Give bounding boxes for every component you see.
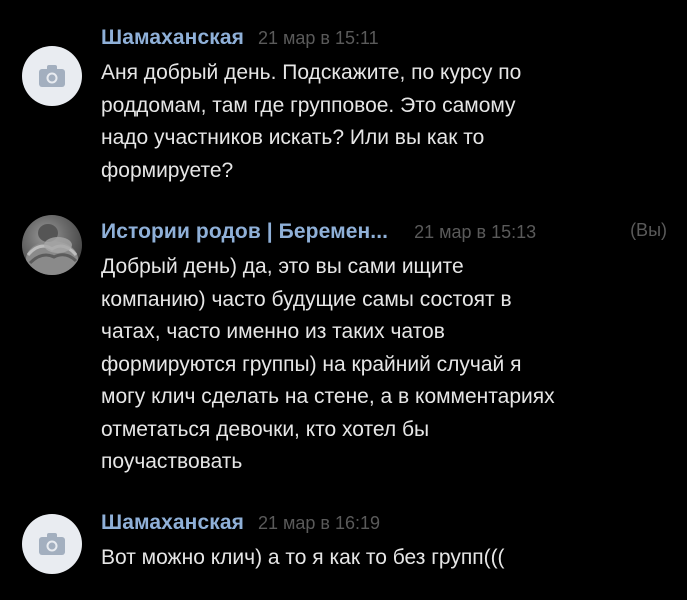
avatar[interactable] [22,46,82,106]
author-name[interactable]: Шамаханская [101,26,244,50]
avatar[interactable] [22,514,82,574]
message-item: Шамаханская 21 мар в 15:11 Аня добрый де… [0,26,687,196]
message-item: Истории родов | Беремен... 21 мар в 15:1… [0,215,687,490]
camera-icon [39,533,65,555]
camera-icon [39,65,65,87]
avatar[interactable] [22,215,82,275]
author-name[interactable]: Истории родов | Беремен... [101,220,388,244]
message-text: Вот можно клич) а то я как то без групп(… [101,546,505,569]
author-name[interactable]: Шамаханская [101,511,244,535]
message-header: Истории родов | Беремен... 21 мар в 15:1… [101,220,667,252]
message-text: Аня добрый день. Подскажите, по курсу по… [101,61,522,182]
timestamp: 21 мар в 15:11 [257,28,379,48]
profile-photo-icon [26,224,78,275]
message-text: Добрый день) да, это вы сами ищите компа… [101,255,555,473]
message-item: Шамаханская 21 мар в 16:19 Вот можно кли… [0,511,687,591]
message-header: Шамаханская 21 мар в 16:19 [101,511,380,543]
timestamp: 21 мар в 16:19 [257,513,381,533]
message-header: Шамаханская 21 мар в 15:11 [101,26,379,58]
timestamp: 21 мар в 15:13 [414,222,537,242]
you-label: (Вы) [630,220,667,240]
